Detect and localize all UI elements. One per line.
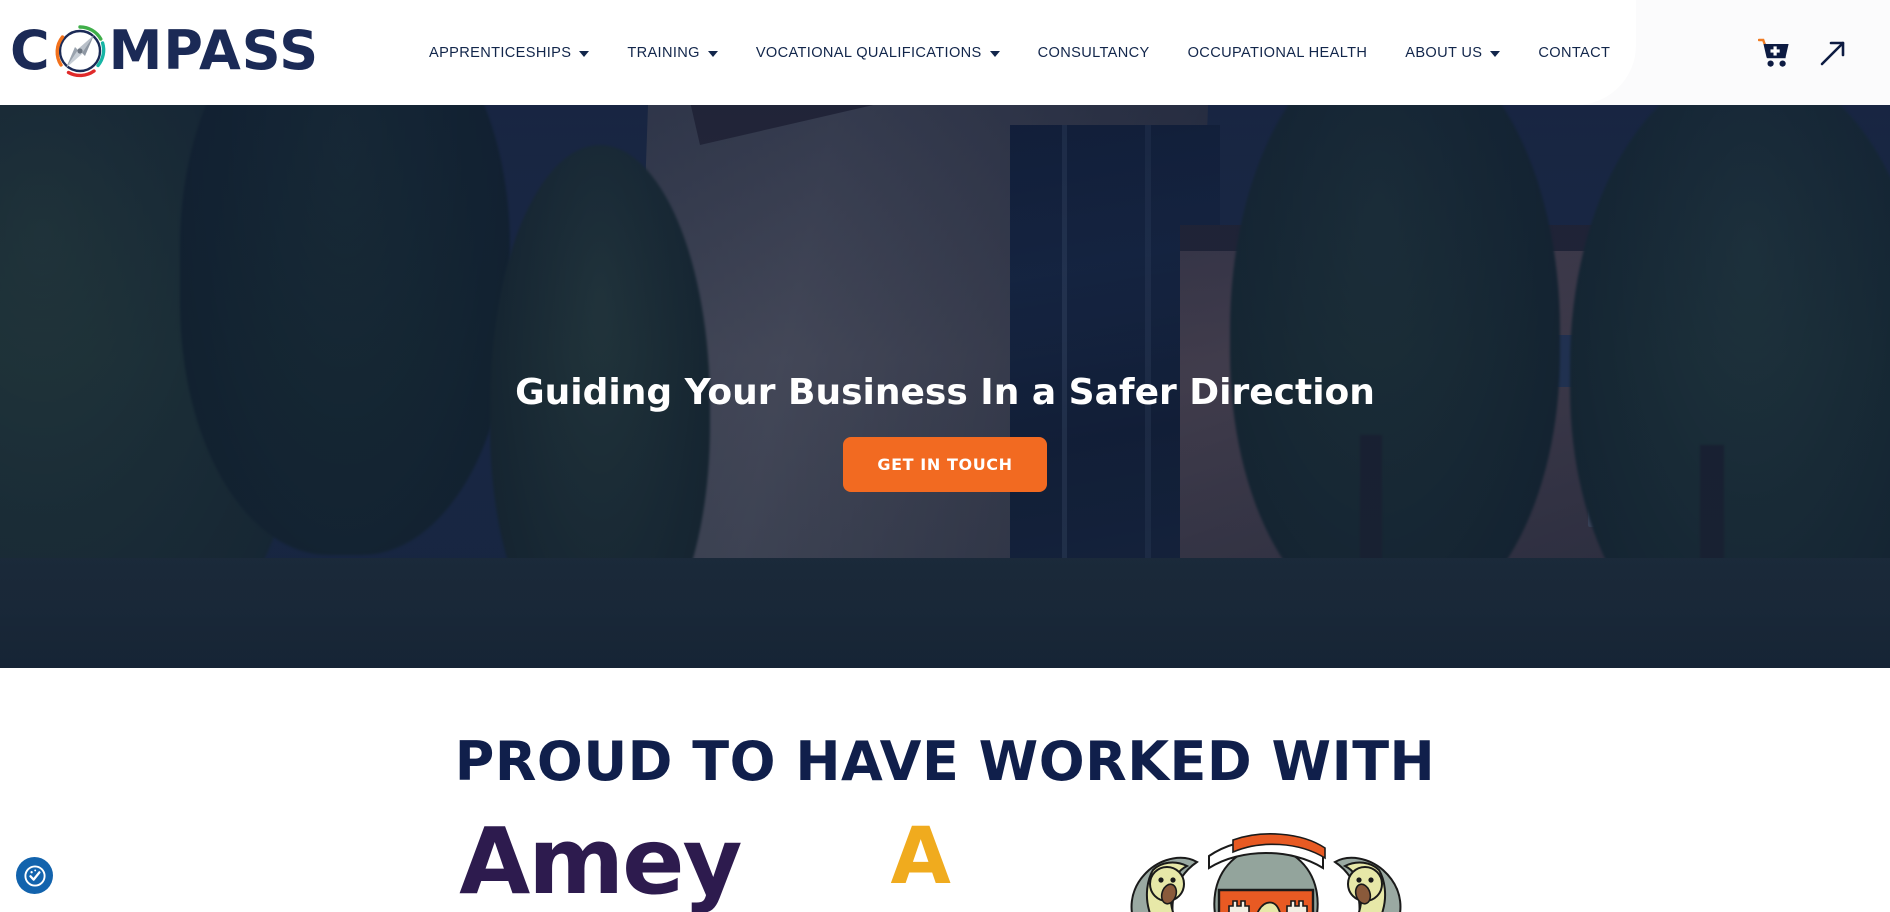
partners-heading: PROUD TO HAVE WORKED WITH xyxy=(454,730,1436,793)
nav-item-vocational-qualifications[interactable]: VOCATIONAL QUALIFICATIONS xyxy=(737,45,1019,61)
nav-item-training[interactable]: TRAINING xyxy=(608,45,737,61)
accessibility-cookie-icon xyxy=(23,864,46,887)
nav-item-apprenticeships[interactable]: APPRENTICESHIPS xyxy=(410,45,608,61)
partners-section: PROUD TO HAVE WORKED WITH Amey A xyxy=(0,668,1890,912)
amey-wordmark: Amey xyxy=(459,808,742,912)
chevron-down-icon xyxy=(579,50,590,57)
site-header: C MPASS APPRENTICESHIPS TRAINING VOCATIO… xyxy=(0,0,1890,105)
chevron-down-icon xyxy=(707,50,718,57)
cart-plus-icon[interactable] xyxy=(1757,38,1792,68)
partner-logo-coat-of-arms xyxy=(1101,818,1431,912)
nav-label: ABOUT US xyxy=(1405,44,1483,61)
page-root: C MPASS APPRENTICESHIPS TRAINING VOCATIO… xyxy=(0,0,1890,912)
nav-label: APPRENTICESHIPS xyxy=(429,44,572,61)
nav-label: TRAINING xyxy=(627,44,700,61)
nav-label: VOCATIONAL QUALIFICATIONS xyxy=(755,44,982,61)
nav-item-contact[interactable]: CONTACT xyxy=(1519,45,1629,61)
compass-rose-icon xyxy=(52,23,108,79)
hero-section: COMPASS www.compassltd.co.uk Guiding You… xyxy=(0,105,1890,668)
partner-logo-amber-chevron: A xyxy=(891,818,951,912)
chevron-down-icon xyxy=(1490,50,1501,57)
site-logo[interactable]: C MPASS xyxy=(10,20,319,82)
header-actions xyxy=(1757,0,1848,105)
coat-of-arms-icon xyxy=(1130,833,1402,912)
nav-item-consultancy[interactable]: CONSULTANCY xyxy=(1019,45,1169,61)
hero-content: Guiding Your Business In a Safer Directi… xyxy=(0,105,1890,668)
main-navigation: APPRENTICESHIPS TRAINING VOCATIONAL QUAL… xyxy=(410,0,1629,105)
logo-text-after: MPASS xyxy=(108,19,320,82)
nav-label: CONSULTANCY xyxy=(1037,44,1150,61)
nav-label: OCCUPATIONAL HEALTH xyxy=(1187,44,1368,61)
partner-logo-amey: Amey xyxy=(459,808,742,912)
arrow-up-right-icon[interactable] xyxy=(1818,38,1848,68)
nav-item-occupational-health[interactable]: OCCUPATIONAL HEALTH xyxy=(1169,45,1387,61)
get-in-touch-button[interactable]: GET IN TOUCH xyxy=(843,436,1047,492)
accessibility-widget-button[interactable] xyxy=(16,857,53,894)
nav-item-about-us[interactable]: ABOUT US xyxy=(1386,45,1519,61)
partner-logo-row: Amey A xyxy=(0,808,1890,912)
nav-label: CONTACT xyxy=(1538,44,1611,61)
amber-chevron-mark: A xyxy=(890,812,951,902)
chevron-down-icon xyxy=(989,50,1000,57)
logo-text-before: C xyxy=(10,19,51,82)
hero-headline: Guiding Your Business In a Safer Directi… xyxy=(515,371,1375,413)
